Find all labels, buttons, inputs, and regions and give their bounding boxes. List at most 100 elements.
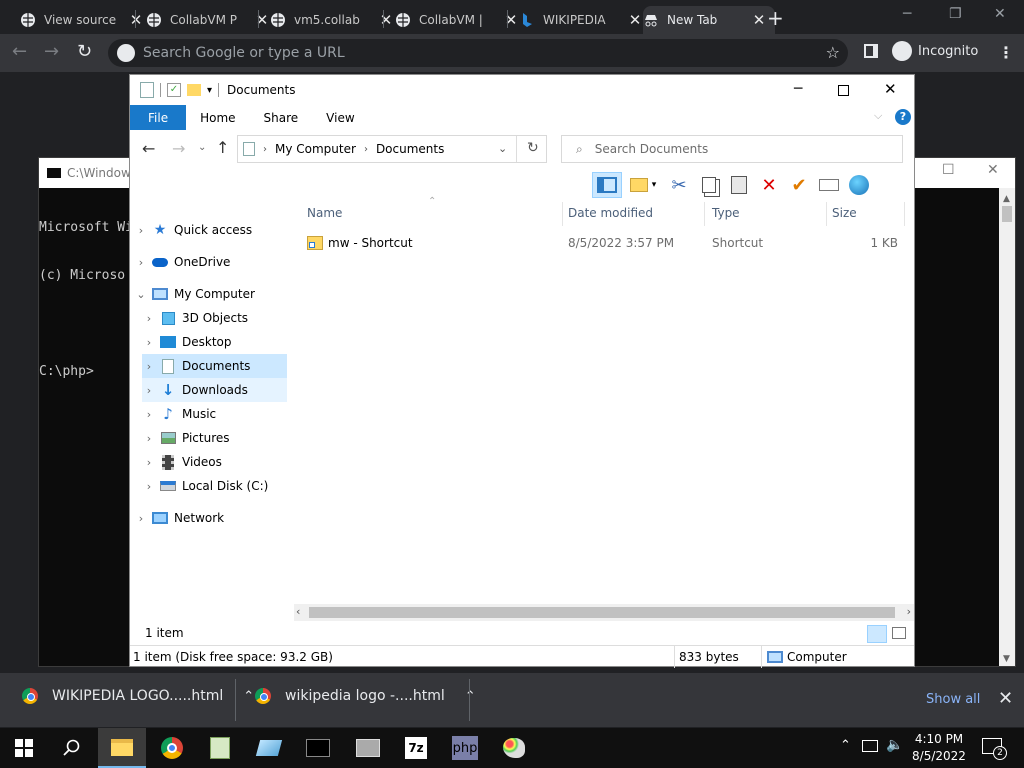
back-arrow-icon[interactable]: ← bbox=[142, 139, 155, 158]
close-icon[interactable]: ✕ bbox=[987, 162, 999, 178]
chevron-right-icon[interactable]: › bbox=[142, 480, 156, 493]
tab-view[interactable]: View bbox=[312, 105, 368, 130]
nav-item-desktop[interactable]: › Desktop bbox=[142, 330, 299, 354]
new-folder-icon[interactable]: ▾ bbox=[622, 172, 664, 198]
show-all-link[interactable]: Show all bbox=[926, 692, 980, 707]
close-icon[interactable]: ✕ bbox=[884, 80, 897, 98]
column-header-date-modified[interactable]: Date modified bbox=[568, 206, 653, 220]
browser-tab[interactable]: CollabVM P ✕ bbox=[146, 6, 270, 34]
tab-file[interactable]: File bbox=[130, 105, 187, 130]
network-icon[interactable] bbox=[862, 740, 878, 752]
cmd-scrollbar[interactable]: ▲ ▼ bbox=[999, 188, 1015, 666]
chevron-down-icon[interactable]: ⌄ bbox=[134, 288, 148, 301]
details-view-icon[interactable] bbox=[867, 625, 887, 643]
properties-icon[interactable] bbox=[140, 82, 154, 98]
refresh-icon[interactable]: ↻ bbox=[527, 140, 539, 156]
taskbar-paint[interactable] bbox=[490, 728, 538, 768]
explorer-titlebar[interactable]: ✓ ▾ Documents ─ ✕ bbox=[130, 75, 914, 105]
checkbox-quick-icon[interactable]: ✓ bbox=[167, 83, 181, 97]
delete-icon[interactable]: ✕ bbox=[754, 172, 784, 198]
bookmark-star-icon[interactable]: ☆ bbox=[826, 43, 840, 62]
cmd-output[interactable]: Microsoft Wi (c) Microso C:\php> bbox=[39, 188, 133, 412]
scrollbar-thumb[interactable] bbox=[309, 607, 895, 618]
nav-item-downloads[interactable]: › ↓ Downloads bbox=[142, 378, 287, 402]
close-tab-icon[interactable]: ✕ bbox=[627, 11, 643, 29]
nav-item-pictures[interactable]: › Pictures bbox=[142, 426, 299, 450]
help-icon[interactable]: ? bbox=[895, 109, 911, 125]
breadcrumb-documents[interactable]: Documents bbox=[376, 142, 444, 156]
breadcrumb-my-computer[interactable]: My Computer bbox=[275, 142, 356, 156]
cut-icon[interactable]: ✂ bbox=[664, 172, 694, 198]
chevron-up-icon[interactable]: ⌃ bbox=[465, 689, 476, 704]
address-bar[interactable]: › My Computer › Documents ⌄ ↻ bbox=[237, 135, 547, 163]
maximize-icon[interactable] bbox=[838, 85, 849, 96]
taskbar-7zip[interactable]: 7z bbox=[392, 728, 440, 768]
rename-check-icon[interactable]: ✔ bbox=[784, 172, 814, 198]
back-arrow-icon[interactable]: ← bbox=[12, 41, 27, 62]
horizontal-scrollbar[interactable]: ‹ › bbox=[294, 604, 914, 621]
maximize-icon[interactable]: ☐ bbox=[942, 162, 955, 178]
close-downloads-icon[interactable]: ✕ bbox=[998, 688, 1013, 709]
close-tab-icon[interactable]: ✕ bbox=[751, 11, 767, 29]
close-tab-icon[interactable]: ✕ bbox=[378, 11, 394, 29]
clock[interactable]: 4:10 PM 8/5/2022 bbox=[910, 731, 968, 765]
column-header-name[interactable]: Name bbox=[307, 206, 342, 220]
nav-item-quick-access[interactable]: › ★ Quick access bbox=[134, 218, 291, 242]
chevron-right-icon[interactable]: › bbox=[142, 408, 156, 421]
side-panel-icon[interactable] bbox=[864, 44, 878, 58]
expand-ribbon-icon[interactable]: ⌵ bbox=[874, 109, 882, 123]
nav-item-3d-objects[interactable]: › 3D Objects bbox=[142, 306, 299, 330]
forward-arrow-icon[interactable]: → bbox=[44, 41, 59, 62]
scroll-right-icon[interactable]: › bbox=[907, 605, 911, 618]
taskbar-notepad-plus[interactable] bbox=[196, 728, 244, 768]
recent-locations-icon[interactable]: ⌄ bbox=[198, 142, 206, 153]
column-header-size[interactable]: Size bbox=[832, 206, 857, 220]
nav-item-my-computer[interactable]: ⌄ My Computer bbox=[134, 282, 291, 306]
taskbar-app[interactable] bbox=[344, 728, 392, 768]
properties-icon[interactable] bbox=[814, 172, 844, 198]
browser-tab[interactable]: CollabVM | ✕ bbox=[395, 6, 519, 34]
chevron-right-icon[interactable]: › bbox=[134, 512, 148, 525]
scroll-left-icon[interactable]: ‹ bbox=[296, 605, 300, 618]
search-input[interactable]: ⌕ Search Documents bbox=[561, 135, 903, 163]
chevron-right-icon[interactable]: › bbox=[142, 456, 156, 469]
close-tab-icon[interactable]: ✕ bbox=[254, 11, 270, 29]
download-item[interactable]: WIKIPEDIA LOGO.....html ⌃ bbox=[22, 688, 254, 704]
nav-item-documents[interactable]: › Documents bbox=[142, 354, 287, 378]
volume-icon[interactable]: 🔈 bbox=[886, 737, 903, 753]
browser-tab-active[interactable]: New Tab ✕ bbox=[643, 6, 775, 34]
new-folder-quick-icon[interactable] bbox=[187, 84, 201, 96]
chevron-right-icon[interactable]: › bbox=[142, 360, 156, 373]
incognito-profile-button[interactable]: Incognito bbox=[892, 41, 978, 61]
chevron-right-icon[interactable]: › bbox=[134, 224, 148, 237]
taskbar-app[interactable] bbox=[245, 728, 293, 768]
chevron-right-icon[interactable]: › bbox=[142, 432, 156, 445]
preview-pane-icon[interactable] bbox=[592, 172, 622, 198]
start-button[interactable] bbox=[0, 728, 48, 768]
close-tab-icon[interactable]: ✕ bbox=[503, 11, 519, 29]
restore-icon[interactable]: ❐ bbox=[949, 6, 962, 22]
customize-quick-access-icon[interactable]: ▾ bbox=[207, 85, 212, 96]
nav-item-onedrive[interactable]: › OneDrive bbox=[134, 250, 291, 274]
search-button[interactable] bbox=[48, 728, 96, 768]
column-header-type[interactable]: Type bbox=[712, 206, 740, 220]
chevron-right-icon[interactable]: › bbox=[142, 312, 156, 325]
forward-arrow-icon[interactable]: → bbox=[172, 139, 185, 158]
chevron-right-icon[interactable]: › bbox=[142, 384, 156, 397]
new-tab-button[interactable]: + bbox=[767, 6, 784, 30]
paste-icon[interactable] bbox=[724, 172, 754, 198]
nav-item-music[interactable]: › ♪ Music bbox=[142, 402, 299, 426]
globe-icon[interactable] bbox=[844, 172, 874, 198]
up-arrow-icon[interactable]: ↑ bbox=[216, 138, 229, 157]
tab-share[interactable]: Share bbox=[250, 105, 313, 130]
chevron-right-icon[interactable]: › bbox=[142, 336, 156, 349]
taskbar-file-explorer[interactable] bbox=[98, 728, 146, 768]
taskbar-chrome[interactable] bbox=[148, 728, 196, 768]
browser-tab[interactable]: vm5.collab ✕ bbox=[270, 6, 394, 34]
reload-icon[interactable]: ↻ bbox=[77, 41, 92, 62]
notification-icon[interactable]: 2 bbox=[982, 738, 1007, 760]
chevron-down-icon[interactable]: ⌄ bbox=[498, 142, 507, 155]
nav-item-network[interactable]: › Network bbox=[134, 506, 291, 530]
download-item[interactable]: wikipedia logo -....html ⌃ bbox=[255, 688, 476, 704]
omnibox[interactable]: Search Google or type a URL ☆ bbox=[108, 39, 848, 67]
